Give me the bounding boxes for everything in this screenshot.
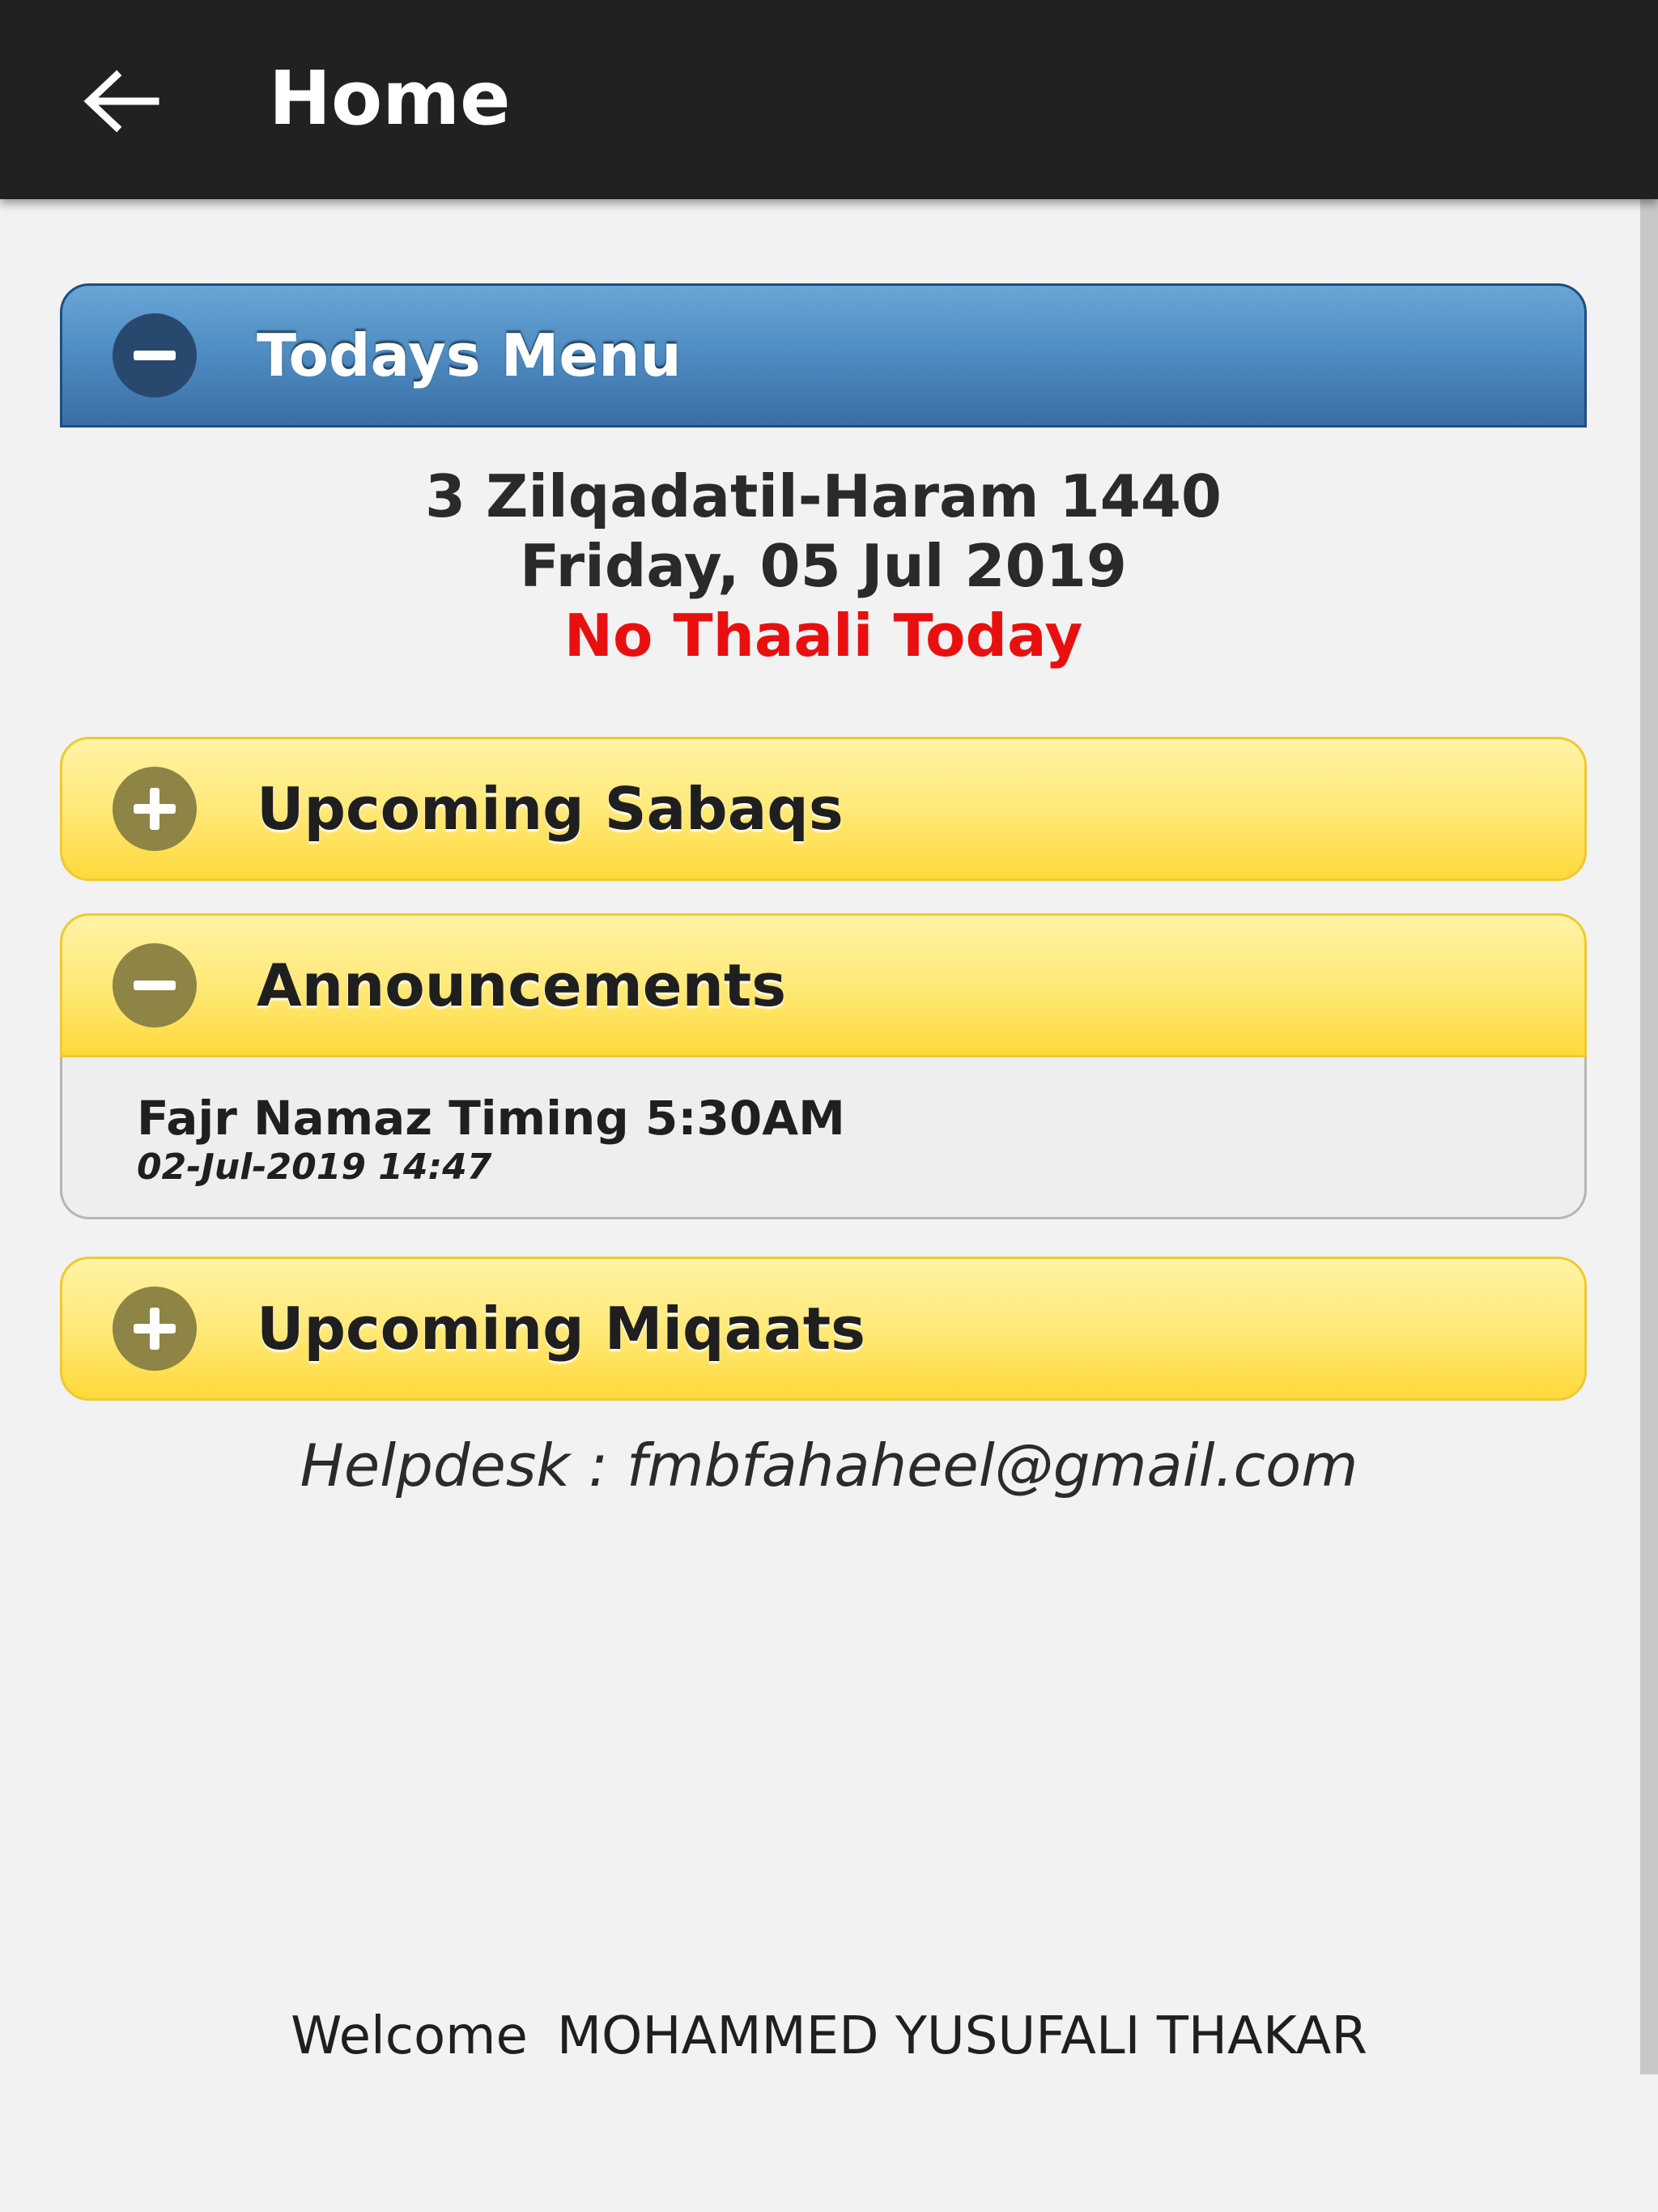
arrow-left-icon [83,70,159,133]
welcome-label: Welcome [291,2006,528,2066]
user-name: MOHAMMED YUSUFALI THAKAR [556,2006,1367,2066]
app-bar: Home [0,0,1658,199]
upcoming-miqaats-header[interactable]: Upcoming Miqaats [60,1257,1587,1401]
plus-circle-icon [113,767,197,851]
announcements-title: Announcements [257,951,787,1019]
announcement-item: Fajr Namaz Timing 5:30AM 02-Jul-2019 14:… [60,1057,1587,1219]
gregorian-date: Friday, 05 Jul 2019 [520,532,1127,600]
announcements-panel: Announcements Fajr Namaz Timing 5:30AM 0… [60,913,1587,1219]
welcome-message: Welcome MOHAMMED YUSUFALI THAKAR [0,2000,1658,2073]
upcoming-miqaats-title: Upcoming Miqaats [257,1295,866,1363]
thaali-status: No Thaali Today [563,602,1083,670]
announcement-title: Fajr Namaz Timing 5:30AM [137,1091,845,1146]
upcoming-sabaqs-title: Upcoming Sabaqs [257,775,844,843]
announcements-header[interactable]: Announcements [60,913,1587,1057]
upcoming-miqaats-panel: Upcoming Miqaats [60,1257,1587,1401]
minus-circle-icon [113,943,197,1027]
scrollbar[interactable] [1640,199,1658,2074]
helpdesk-text: Helpdesk : fmbfahaheel@gmail.com [300,1431,1358,1499]
todays-menu-header[interactable]: Todays Menu [60,283,1587,428]
todays-menu-content: 3 Zilqadatil-Haram 1440 Friday, 05 Jul 2… [60,462,1587,670]
todays-menu-title: Todays Menu [257,321,682,389]
page-title: Home [269,55,511,142]
announcement-datetime: 02-Jul-2019 14:47 [137,1146,492,1188]
plus-circle-icon [113,1287,197,1371]
back-button[interactable] [73,57,170,146]
upcoming-sabaqs-header[interactable]: Upcoming Sabaqs [60,737,1587,881]
todays-menu-panel: Todays Menu [60,283,1587,428]
upcoming-sabaqs-panel: Upcoming Sabaqs [60,737,1587,881]
hijri-date: 3 Zilqadatil-Haram 1440 [424,462,1222,530]
minus-circle-icon [113,313,197,398]
